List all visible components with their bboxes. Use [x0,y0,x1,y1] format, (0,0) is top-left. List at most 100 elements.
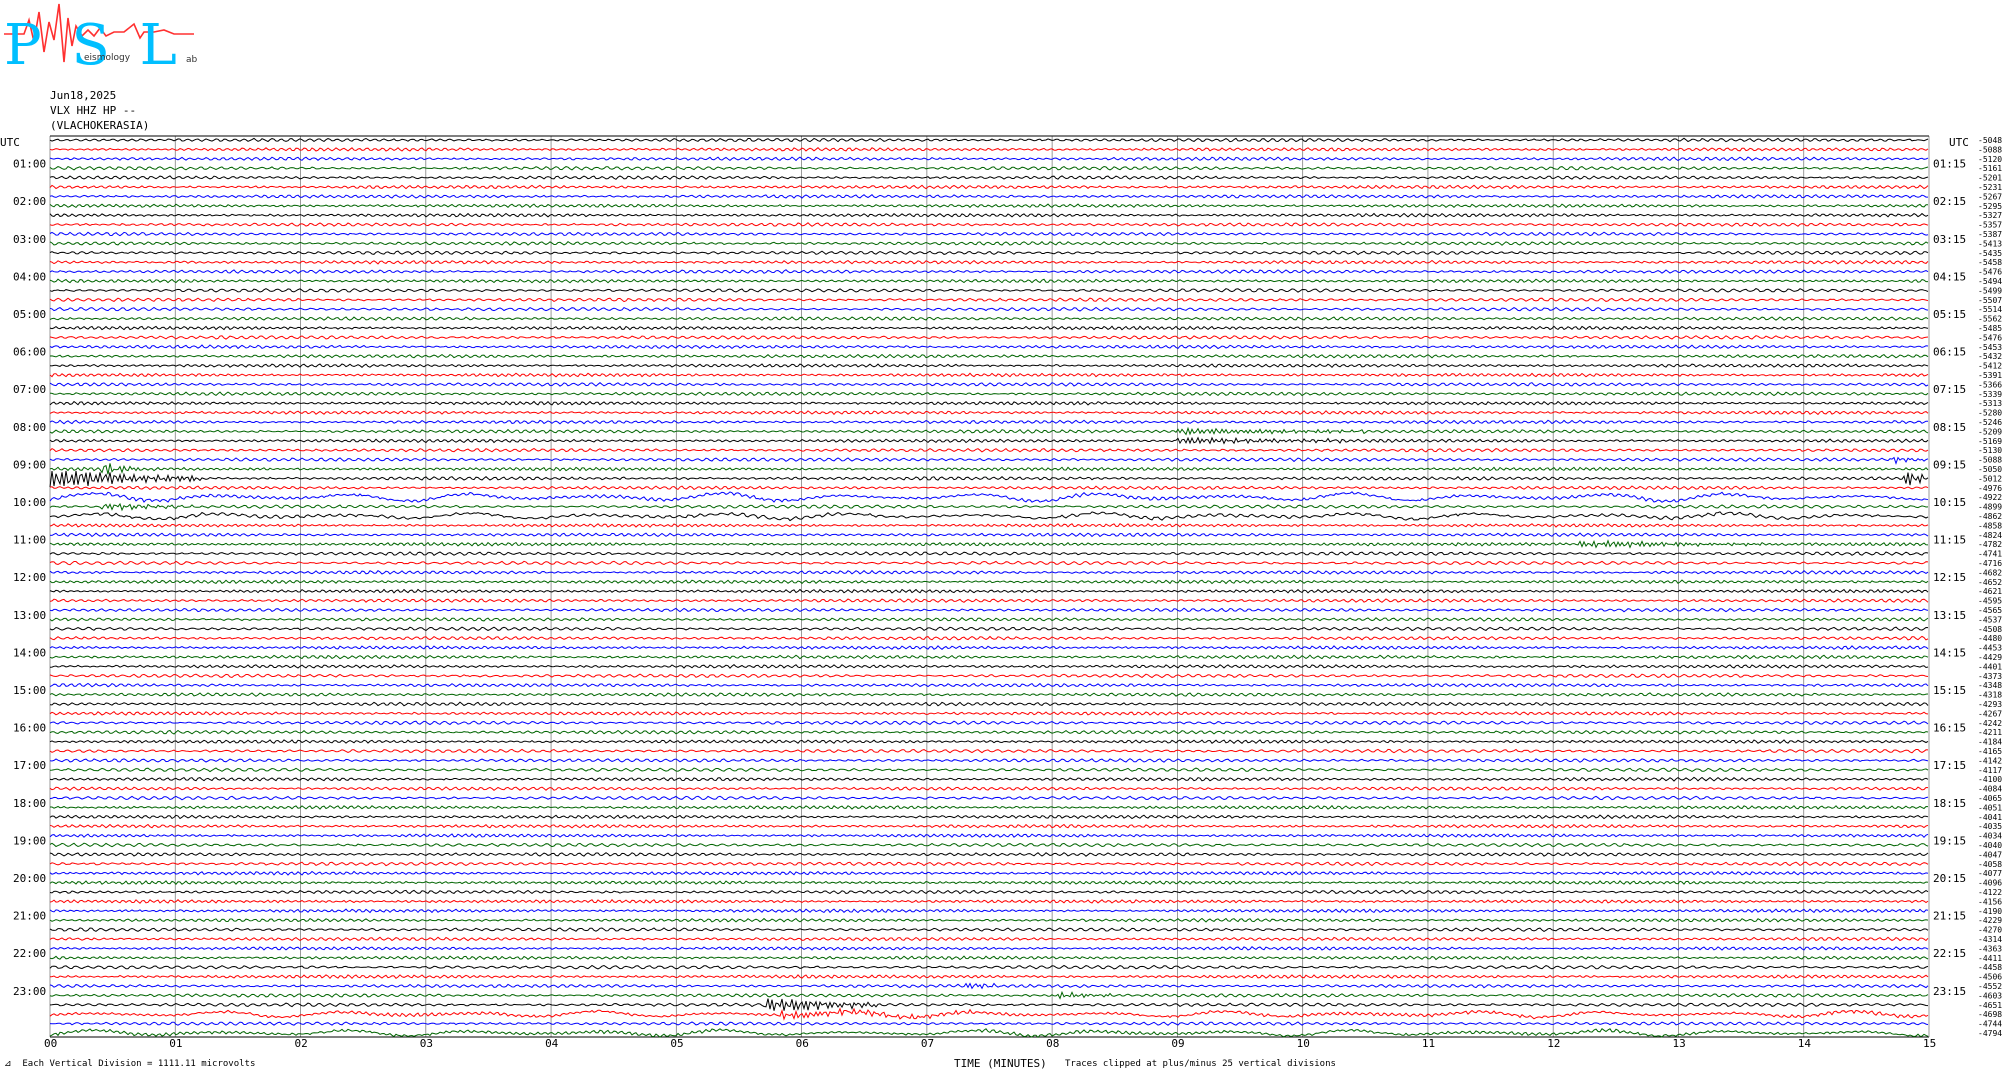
trace-line [49,297,1929,303]
trace-offset-label: -5485 [1978,324,2002,333]
left-hour-label: 05:00 [13,308,46,321]
trace-offset-label: -4363 [1978,944,2002,953]
trace-offset-label: -4922 [1978,493,2002,502]
trace-line [49,194,1928,199]
trace-offset-label: -5453 [1978,343,2002,352]
trace-line [49,720,1929,726]
trace-line [49,852,1929,857]
trace-line [49,1027,1929,1039]
x-tick-label: 14 [1798,1037,1812,1050]
x-tick-label: 00 [44,1037,57,1050]
trace-line [49,259,1929,265]
trace-line [49,748,1929,754]
trace-line [49,325,1929,331]
trace-line [49,786,1929,792]
trace-line [49,616,1929,622]
trace-offset-label: -5507 [1978,296,2002,305]
trace-offset-label: -5130 [1978,446,2002,455]
trace-line [49,626,1929,632]
right-hour-label: 05:15 [1933,308,1966,321]
trace-line [49,532,1929,538]
trace-offset-label: -5476 [1978,333,2002,342]
trace-offset-label: -5562 [1978,315,2002,324]
trace-line [49,767,1929,773]
trace-offset-label: -5201 [1978,174,2002,183]
trace-offset-label: -4716 [1978,559,2002,568]
right-hour-label: 13:15 [1933,609,1966,622]
x-tick-label: 01 [169,1037,182,1050]
trace-line [49,485,1929,491]
trace-line [49,955,1929,961]
trace-line [49,682,1929,688]
trace-line [49,335,1929,340]
trace-offset-label: -4267 [1978,709,2002,718]
trace-line [49,758,1929,763]
x-tick-label: 08 [1046,1037,1059,1050]
right-hour-label: 15:15 [1933,684,1966,697]
trace-offset-label: -4458 [1978,963,2002,972]
trace-offset-label: -4453 [1978,644,2002,653]
trace-line [49,654,1929,660]
trace-line [49,598,1929,603]
left-hour-label: 23:00 [13,985,46,998]
x-tick-label: 02 [295,1037,308,1050]
trace-line [49,870,1929,876]
trace-offset-label: -4100 [1978,775,2002,784]
trace-offset-label: -4862 [1978,512,2002,521]
trace-line [49,470,1929,488]
trace-line [49,463,1929,475]
left-hour-label: 20:00 [13,872,46,885]
trace-offset-label: -5476 [1978,268,2002,277]
trace-line [49,776,1929,782]
trace-offset-label: -4595 [1978,597,2002,606]
trace-offset-label: -4165 [1978,747,2002,756]
right-axis-title: UTC [1949,136,1969,149]
trace-offset-label: -4096 [1978,879,2002,888]
left-hour-label: 18:00 [13,797,46,810]
trace-line [49,607,1929,613]
x-axis-title: TIME (MINUTES) [954,1057,1047,1070]
trace-offset-label: -4051 [1978,803,2002,812]
trace-offset-label: -4824 [1978,531,2002,540]
trace-offset-label: -5169 [1978,437,2002,446]
trace-offset-label: -4682 [1978,568,2002,577]
right-hour-label: 04:15 [1933,270,1966,283]
right-hour-label: 21:15 [1933,910,1966,923]
trace-line [50,804,1929,811]
x-tick-label: 10 [1297,1037,1310,1050]
trace-offset-label: -4122 [1978,888,2002,897]
trace-offset-label: -4047 [1978,850,2002,859]
trace-line [49,156,1929,162]
trace-offset-label: -5435 [1978,249,2002,258]
trace-offset-label: -4156 [1978,897,2002,906]
trace-line [49,964,1929,970]
trace-line [49,278,1928,284]
trace-line [49,982,1929,990]
x-tick-label: 07 [921,1037,934,1050]
trace-line [49,990,1929,1000]
right-hour-label: 02:15 [1933,195,1966,208]
trace-line [49,974,1929,980]
trace-line [49,889,1929,895]
trace-offset-label: -4621 [1978,587,2002,596]
trace-offset-label: -4744 [1978,1020,2002,1029]
trace-offset-label: -4552 [1978,982,2002,991]
trace-offset-label: -4077 [1978,869,2002,878]
trace-line [49,936,1929,942]
x-tick-label: 13 [1672,1037,1685,1050]
trace-offset-label: -4040 [1978,841,2002,850]
trace-line [49,231,1929,237]
trace-line [49,456,1929,465]
trace-line [49,711,1929,716]
left-hour-label: 12:00 [13,571,46,584]
trace-offset-label: -4373 [1978,672,2002,681]
trace-offset-label: -4041 [1978,813,2002,822]
trace-line [49,1007,1929,1021]
trace-line [49,175,1929,180]
left-hour-label: 15:00 [13,684,46,697]
trace-line [49,917,1929,923]
trace-offset-label: -4537 [1978,615,2002,624]
trace-line [49,269,1929,274]
left-hour-label: 10:00 [13,496,46,509]
trace-offset-label: -4603 [1978,991,2002,1000]
